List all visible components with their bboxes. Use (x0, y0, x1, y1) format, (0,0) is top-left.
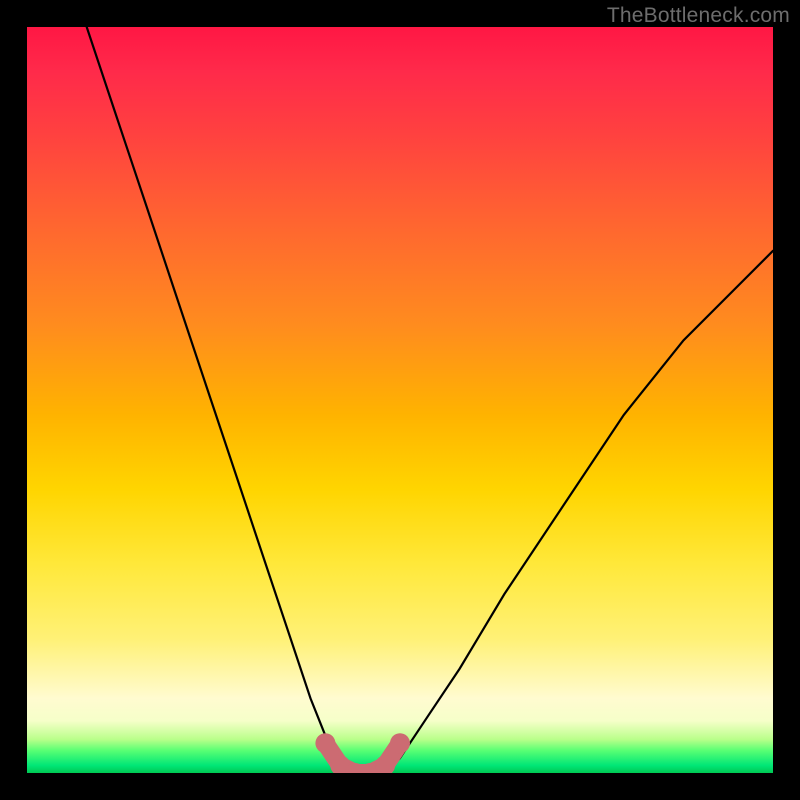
flat-minimum-highlight (315, 733, 410, 773)
highlight-dot (390, 733, 410, 753)
bottleneck-curve (87, 27, 773, 773)
plot-area (27, 27, 773, 773)
watermark-label: TheBottleneck.com (607, 4, 790, 28)
chart-frame: TheBottleneck.com (0, 0, 800, 800)
curve-svg (27, 27, 773, 773)
highlight-dot (315, 733, 335, 753)
